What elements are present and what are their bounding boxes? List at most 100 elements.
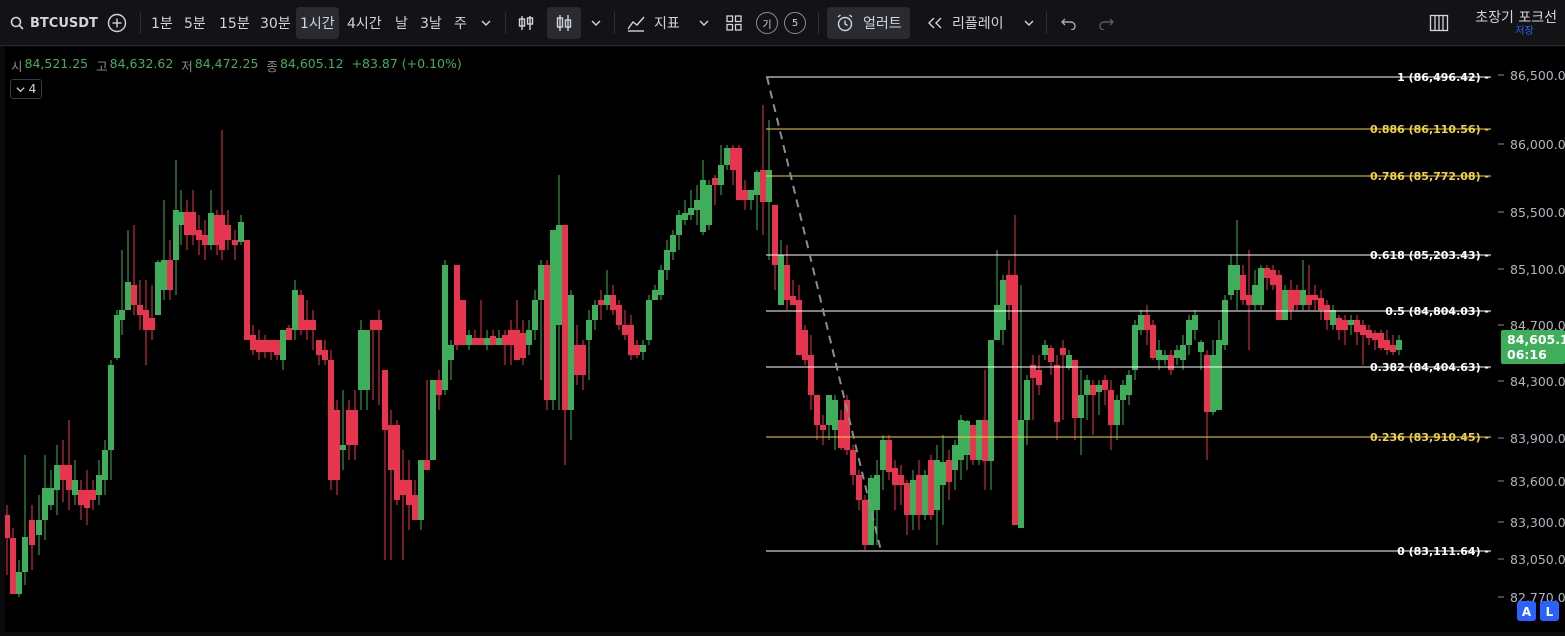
candle-body [586,320,592,340]
candle-body [412,495,418,520]
candle-body [352,410,358,445]
candle-body [42,488,48,520]
candle-body [1198,342,1204,352]
alert-button[interactable]: 얼러트 [827,7,910,39]
candle-body [832,400,838,430]
candle-body [1120,385,1126,400]
current-price-label: 84,605.12 [1507,332,1565,347]
change-value: +83.87 (+0.10%) [351,56,462,71]
chart-pane[interactable]: 1 (86,496.42) - 0.886 (86,110.56) - 0.786 … [4,47,1565,632]
candle-body [196,230,202,240]
candle-body [418,460,424,520]
layout-list-button[interactable] [1429,0,1449,46]
candle-body [161,260,167,290]
bar-style-button[interactable] [516,0,536,46]
candle-body [850,450,856,475]
candle-body [424,460,430,470]
interval-30m[interactable]: 30분 [260,0,291,46]
chart-type-dropdown[interactable] [590,0,602,46]
candle-body [1354,320,1360,332]
candle-body [1060,348,1066,355]
symbol-search[interactable]: BTCUSDT [10,0,98,46]
candle-body [856,475,862,500]
candle-body [78,490,84,505]
fib-level-label: 0 (83,111.64) - [1397,545,1489,558]
interval-dropdown[interactable] [480,0,492,46]
interval-15m[interactable]: 15분 [219,0,250,46]
candle-body [48,488,54,505]
candle-body [304,320,310,330]
collapse-indicators-button[interactable]: 4 [10,79,42,99]
chevron-down-icon [16,86,25,92]
compare-symbol-button[interactable] [107,0,127,46]
candle-body [472,338,478,345]
candle-body [1192,315,1198,330]
templates-count-button[interactable]: 5 [784,0,806,46]
candle-body [72,480,78,495]
candle-body [934,460,940,510]
candle-body [1294,290,1300,305]
save-status: 저장 [1515,26,1534,37]
candle-body [1150,325,1156,358]
template-badge-button[interactable]: 기 [756,0,778,46]
candle-body [1312,295,1318,300]
candle-body [36,520,42,535]
candle-body [976,420,982,460]
candle-body [904,483,910,515]
candle-body [1306,295,1312,305]
indicators-button[interactable]: 지표 [626,0,680,46]
redo-button[interactable] [1097,0,1115,46]
candle-body [664,250,670,270]
fib-level-label: 1 (86,496.42) - [1397,71,1489,84]
candle-body [892,468,898,485]
candle-body [622,325,628,335]
log-scale-label: L [1546,605,1554,619]
candle-body [60,465,66,480]
interval-1d[interactable]: 날 [395,0,408,46]
auto-scale-label: A [1522,605,1532,619]
replay-dropdown[interactable] [1023,0,1035,46]
interval-4h[interactable]: 4시간 [347,0,382,46]
candles-icon [556,15,572,31]
undo-button[interactable] [1060,0,1078,46]
candle-body [862,500,868,545]
candle-body [1222,300,1228,345]
candle-body [238,222,244,242]
price-tick-label: 83,300.00 [1510,515,1565,530]
candle-body [556,225,562,325]
replay-button[interactable]: 리플레이 [926,0,1004,46]
candle-body [496,338,502,345]
candle-body [796,300,802,355]
fib-level-label: 0.786 (85,772.08) - [1370,170,1489,183]
top-toolbar: BTCUSDT 1분 5분 15분 30분 1시간 4시간 날 3날 주 지표 … [0,0,1565,46]
candle-body [1186,320,1192,345]
candle-body [778,255,784,305]
candle-body [820,425,826,430]
candle-body [916,475,922,515]
candle-body [1324,305,1330,320]
candle-body [292,290,298,330]
candle-body [310,320,316,330]
redo-icon [1099,18,1114,30]
interval-1m[interactable]: 1분 [151,0,173,46]
candle-body [484,338,490,345]
interval-1w[interactable]: 주 [454,0,467,46]
layouts-button[interactable] [725,0,743,46]
candle-body [280,330,286,360]
candle-body [808,355,814,395]
interval-5m[interactable]: 5분 [184,0,206,46]
candle-body [676,215,682,235]
price-chart[interactable]: 1 (86,496.42) - 0.886 (86,110.56) - 0.786 … [4,47,1565,632]
candle-body [868,478,874,545]
layout-name-button[interactable]: 초장기 포크선 저장 [1462,10,1557,38]
candle-body [958,420,964,460]
interval-1h[interactable]: 1시간 [296,7,339,39]
candles-button[interactable] [547,7,581,39]
candle-body [125,282,131,310]
candle-body [1000,280,1006,330]
indicators-dropdown[interactable] [698,0,710,46]
fib-level-label: 0.886 (86,110.56) - [1370,123,1489,136]
candle-body [137,305,143,315]
interval-3d[interactable]: 3날 [420,0,442,46]
candle-body [119,310,125,320]
